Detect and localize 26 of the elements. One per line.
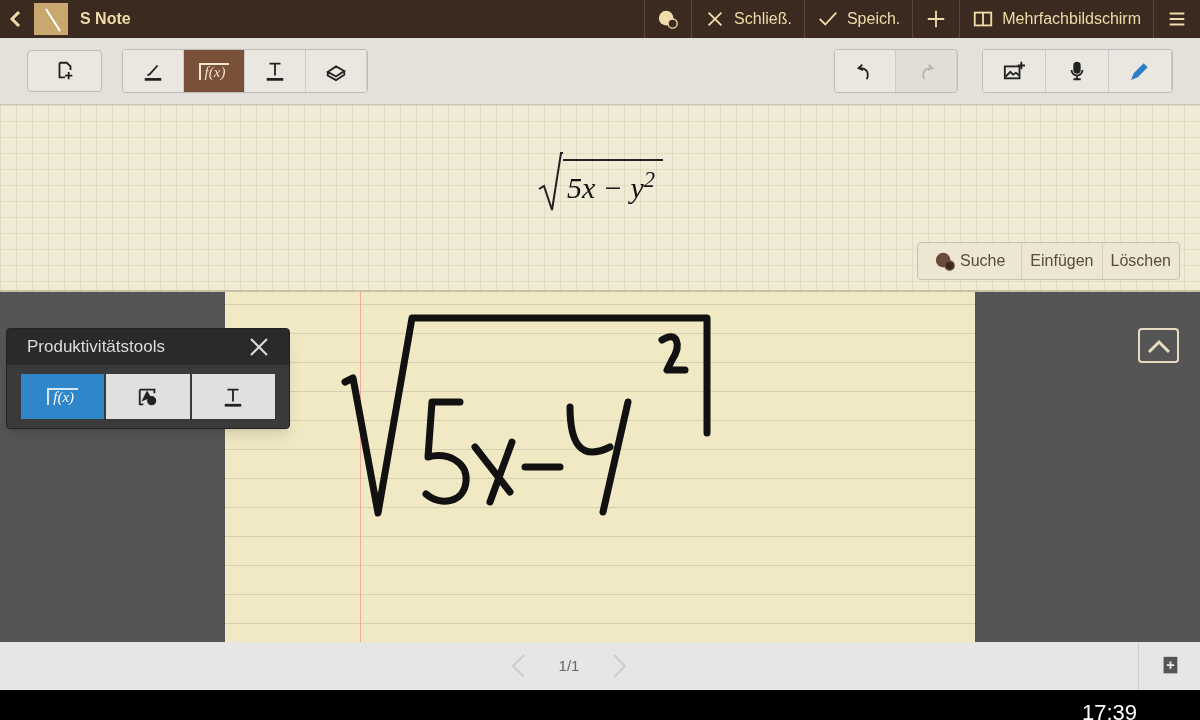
collapse-button[interactable]: [1138, 328, 1179, 363]
voice-button[interactable]: [1046, 50, 1109, 92]
clock: 17:39: [1081, 702, 1137, 720]
close-icon[interactable]: [249, 337, 269, 357]
radical-sign: [536, 150, 563, 213]
formula-expression: 5x − y$^{2}$: [562, 159, 664, 210]
pen-tool[interactable]: [123, 50, 184, 92]
text-tool[interactable]: [191, 374, 275, 419]
page-move-button[interactable]: [27, 50, 102, 92]
formula-tool[interactable]: f(x): [184, 50, 245, 92]
formula-tool[interactable]: f(x): [21, 374, 105, 419]
formula-action[interactable]: Löschen: [1101, 243, 1179, 279]
pen-icon: [1129, 60, 1151, 82]
app-title: S Note: [80, 9, 131, 29]
text-tool[interactable]: [245, 50, 306, 92]
page-indicator: 1/1: [558, 655, 580, 676]
chevron-up-icon: [1145, 337, 1172, 354]
back-icon[interactable]: [8, 9, 22, 29]
image-button[interactable]: [983, 50, 1046, 92]
eraser-tool[interactable]: [306, 50, 367, 92]
add-image-icon: [1003, 60, 1025, 82]
panel-title: Produktivitätstools: [27, 336, 165, 359]
formula-action[interactable]: Suche: [917, 243, 1022, 279]
text-icon: [264, 60, 286, 82]
formula-action[interactable]: Einfügen: [1021, 243, 1102, 279]
shape-tool[interactable]: [106, 374, 190, 419]
